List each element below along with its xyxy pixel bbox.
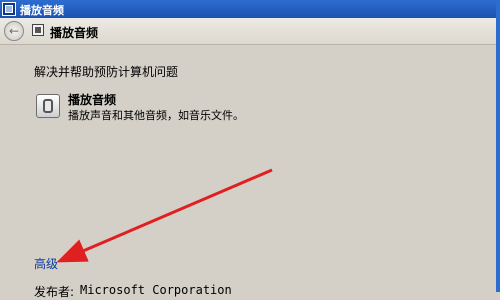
nav-title: 播放音频	[50, 26, 99, 40]
back-button[interactable]: ←	[4, 21, 24, 41]
navigation-bar: ← 播放音频	[0, 18, 496, 45]
title-bar: 播放音频	[0, 0, 500, 292]
speaker-icon	[36, 94, 60, 118]
arrow-line	[56, 168, 273, 263]
page-heading: 解决并帮助预防计算机问题	[34, 65, 179, 79]
item-title: 播放音频	[68, 93, 117, 107]
app-window-icon	[2, 2, 16, 16]
window-title: 播放音频	[20, 4, 64, 17]
publisher-value: Microsoft Corporation	[80, 283, 232, 297]
troubleshooter-icon	[32, 24, 44, 36]
item-description: 播放声音和其他音频，如音乐文件。	[68, 109, 244, 122]
window-frame-right	[496, 0, 500, 292]
advanced-link[interactable]: 高级	[34, 255, 58, 272]
back-arrow-icon: ←	[8, 24, 20, 38]
